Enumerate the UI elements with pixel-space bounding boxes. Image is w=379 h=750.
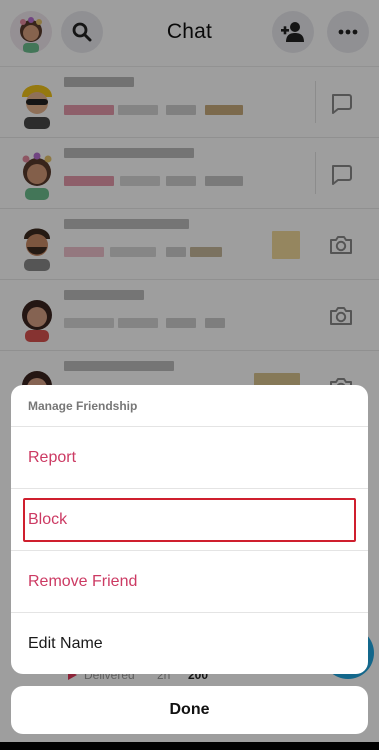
report-option[interactable]: Report xyxy=(11,427,368,489)
chat-screen: Chat Delivered 2h 200 Manage Friendship … xyxy=(0,0,379,750)
remove-friend-option[interactable]: Remove Friend xyxy=(11,551,368,613)
edit-name-option[interactable]: Edit Name xyxy=(11,613,368,674)
block-highlight-box xyxy=(23,498,356,542)
manage-friendship-sheet: Manage Friendship Report Block Remove Fr… xyxy=(11,385,368,674)
done-button[interactable]: Done xyxy=(11,686,368,734)
sheet-header: Manage Friendship xyxy=(11,385,368,427)
bottom-bar xyxy=(0,742,379,750)
